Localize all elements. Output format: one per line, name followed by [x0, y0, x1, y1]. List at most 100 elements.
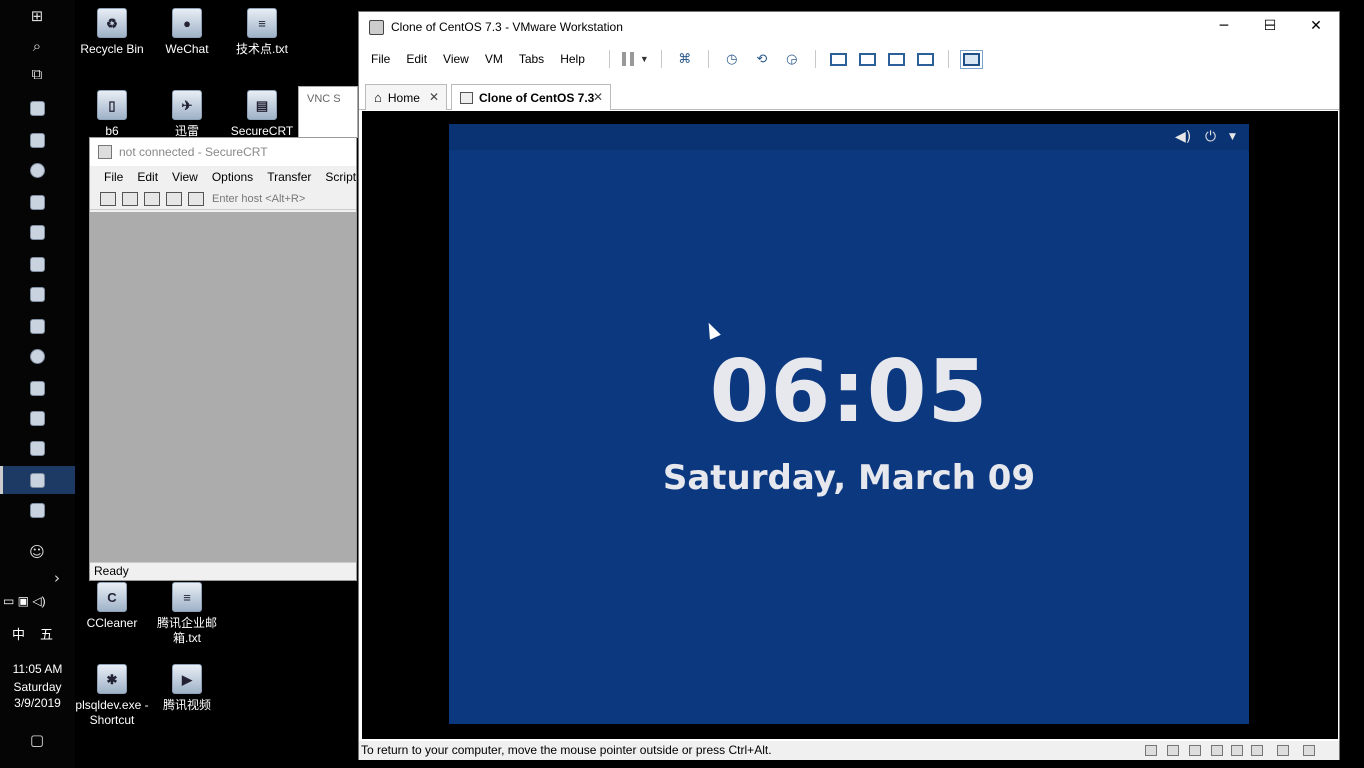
wechat-icon: ● — [172, 8, 202, 38]
menu-edit[interactable]: Edit — [137, 170, 158, 184]
revert-snapshot-icon[interactable]: ⟲ — [753, 51, 771, 67]
send-ctrl-alt-del-icon[interactable]: ⌘ — [676, 51, 694, 67]
reconnect-icon[interactable] — [166, 191, 182, 206]
volume-icon[interactable]: ◀) — [1175, 129, 1191, 145]
clock-date[interactable]: 3/9/2019 — [0, 696, 75, 710]
desktop-icon-mail-txt[interactable]: ≡ 腾讯企业邮箱.txt — [149, 582, 225, 646]
menu-tabs[interactable]: Tabs — [519, 52, 544, 66]
ime-lang[interactable]: 中 — [12, 624, 25, 643]
vmware-titlebar[interactable]: Clone of CentOS 7.3 - VMware Workstation — [359, 12, 1339, 42]
console-view-icon[interactable] — [959, 49, 983, 69]
desktop-icon-tencent-video[interactable]: ▶ 腾讯视频 — [149, 664, 225, 713]
toolbar-separator — [947, 50, 949, 68]
desktop-icon-plsqldev[interactable]: ✱ plsqldev.exe - Shortcut — [74, 664, 150, 728]
taskbar-app-icon[interactable] — [24, 220, 50, 244]
menu-file[interactable]: File — [371, 52, 390, 66]
tab-home[interactable]: ⌂ Home ✕ — [365, 84, 447, 110]
maximize-icon[interactable]: ☐ — [1247, 12, 1293, 40]
clock-day[interactable]: Saturday — [0, 680, 75, 694]
cd-dvd-icon[interactable] — [1167, 745, 1179, 756]
thumbnail-bar-icon[interactable] — [858, 52, 876, 66]
snapshot-icon[interactable]: ◷ — [723, 51, 741, 67]
desktop-icon-b6[interactable]: ▯ b6 — [74, 90, 150, 139]
notification-icon[interactable]: ▢ — [24, 728, 50, 752]
chevron-right-icon[interactable]: › — [44, 566, 70, 590]
menu-options[interactable]: Options — [212, 170, 253, 184]
toolbar-separator — [814, 50, 816, 68]
taskbar-app-icon[interactable] — [24, 96, 50, 120]
securecrt-titlebar[interactable]: not connected - SecureCRT — [90, 138, 356, 166]
chevron-down-icon[interactable]: ▼ — [640, 54, 649, 64]
desktop-icon-ccleaner[interactable]: C CCleaner — [74, 582, 150, 631]
tray-icons[interactable]: ▭ ▣ ◁) — [3, 594, 46, 608]
gnome-lock-screen[interactable]: ◀) ⏻ ▼ 06:05 Saturday, March 09 — [449, 124, 1249, 724]
menu-help[interactable]: Help — [560, 52, 585, 66]
start-windows-icon[interactable]: ⊞ — [24, 4, 50, 28]
pause-icon[interactable] — [621, 52, 634, 66]
close-icon[interactable]: ✕ — [1293, 12, 1339, 40]
ccleaner-icon: C — [97, 582, 127, 612]
disconnect-icon[interactable] — [188, 191, 204, 206]
securecrt-window[interactable]: not connected - SecureCRT File Edit View… — [89, 137, 357, 581]
taskbar-vnc-viewer-icon[interactable] — [24, 376, 50, 400]
network-adapter-icon[interactable] — [1189, 745, 1201, 756]
taskbar-player-icon[interactable] — [24, 252, 50, 276]
taskbar-app-icon[interactable] — [24, 190, 50, 214]
taskbar-vnc-icon[interactable] — [24, 128, 50, 152]
search-icon[interactable]: ⌕ — [24, 34, 50, 58]
menu-file[interactable]: File — [104, 170, 123, 184]
full-screen-icon[interactable] — [887, 52, 905, 66]
show-library-icon[interactable] — [829, 52, 847, 66]
unity-icon[interactable] — [916, 52, 934, 66]
vmware-window[interactable]: Clone of CentOS 7.3 - VMware Workstation… — [358, 11, 1340, 760]
taskbar-settings-icon[interactable] — [24, 344, 50, 368]
display-icon[interactable] — [1277, 745, 1289, 756]
desktop-icon-wechat[interactable]: ● WeChat — [149, 8, 225, 57]
hard-disk-icon[interactable] — [1145, 745, 1157, 756]
people-icon[interactable]: ☺ — [24, 540, 50, 564]
desktop-icon-txt-file[interactable]: ≡ 技术点.txt — [224, 8, 300, 57]
desktop-icon-label: 迅雷 — [174, 124, 199, 138]
close-tab-icon[interactable]: ✕ — [429, 90, 439, 104]
usb-icon[interactable] — [1251, 745, 1263, 756]
tab-clone-centos[interactable]: Clone of CentOS 7.3 ✕ — [451, 84, 611, 110]
tab-label: Clone of CentOS 7.3 — [479, 90, 595, 105]
taskbar-folder-icon[interactable] — [24, 314, 50, 338]
desktop-icon-xunlei[interactable]: ✈ 迅雷 — [149, 90, 225, 139]
taskbar-word-icon[interactable] — [24, 406, 50, 430]
quick-connect-icon[interactable] — [122, 191, 138, 206]
menu-view[interactable]: View — [172, 170, 198, 184]
status-message: To return to your computer, move the mou… — [361, 743, 772, 757]
desktop-icon-recycle-bin[interactable]: ♻ Recycle Bin — [74, 8, 150, 57]
menu-script[interactable]: Script — [325, 170, 356, 184]
task-view-icon[interactable]: ⧉ — [24, 62, 50, 86]
clock-time[interactable]: 11:05 AM — [0, 662, 75, 676]
menu-view[interactable]: View — [443, 52, 469, 66]
vm-console[interactable]: ◀) ⏻ ▼ 06:05 Saturday, March 09 — [362, 111, 1338, 739]
sound-card-icon[interactable] — [1231, 745, 1243, 756]
vnc-window[interactable]: VNC S — [298, 86, 358, 138]
taskbar-securecrt-icon[interactable] — [24, 498, 50, 522]
securecrt-session-area[interactable] — [90, 212, 356, 564]
snapshot-manager-icon[interactable]: ◶ — [783, 51, 801, 67]
connect-tab-icon[interactable] — [144, 191, 160, 206]
taskbar-browser-icon[interactable] — [24, 158, 50, 182]
ime-mode[interactable]: 五 — [40, 624, 53, 643]
menu-vm[interactable]: VM — [485, 52, 503, 66]
enter-host-input[interactable]: Enter host <Alt+R> — [212, 193, 305, 205]
taskbar-notepad-icon[interactable] — [24, 436, 50, 460]
chevron-down-icon[interactable]: ▼ — [1229, 132, 1236, 142]
minimize-icon[interactable]: ─ — [1201, 12, 1247, 40]
lock-screen-time: 06:05 — [709, 342, 989, 442]
text-file-icon: ≡ — [247, 8, 277, 38]
taskbar-vmware-icon[interactable] — [24, 468, 50, 492]
menu-transfer[interactable]: Transfer — [267, 170, 311, 184]
desktop-icon-securecrt[interactable]: ▤ SecureCRT — [224, 90, 300, 139]
taskbar-app-icon[interactable] — [24, 282, 50, 306]
message-log-icon[interactable] — [1303, 745, 1315, 756]
menu-edit[interactable]: Edit — [406, 52, 427, 66]
power-icon[interactable]: ⏻ — [1205, 129, 1216, 145]
connect-icon[interactable] — [100, 191, 116, 206]
printer-icon[interactable] — [1211, 745, 1223, 756]
close-tab-icon[interactable]: ✕ — [593, 90, 603, 104]
